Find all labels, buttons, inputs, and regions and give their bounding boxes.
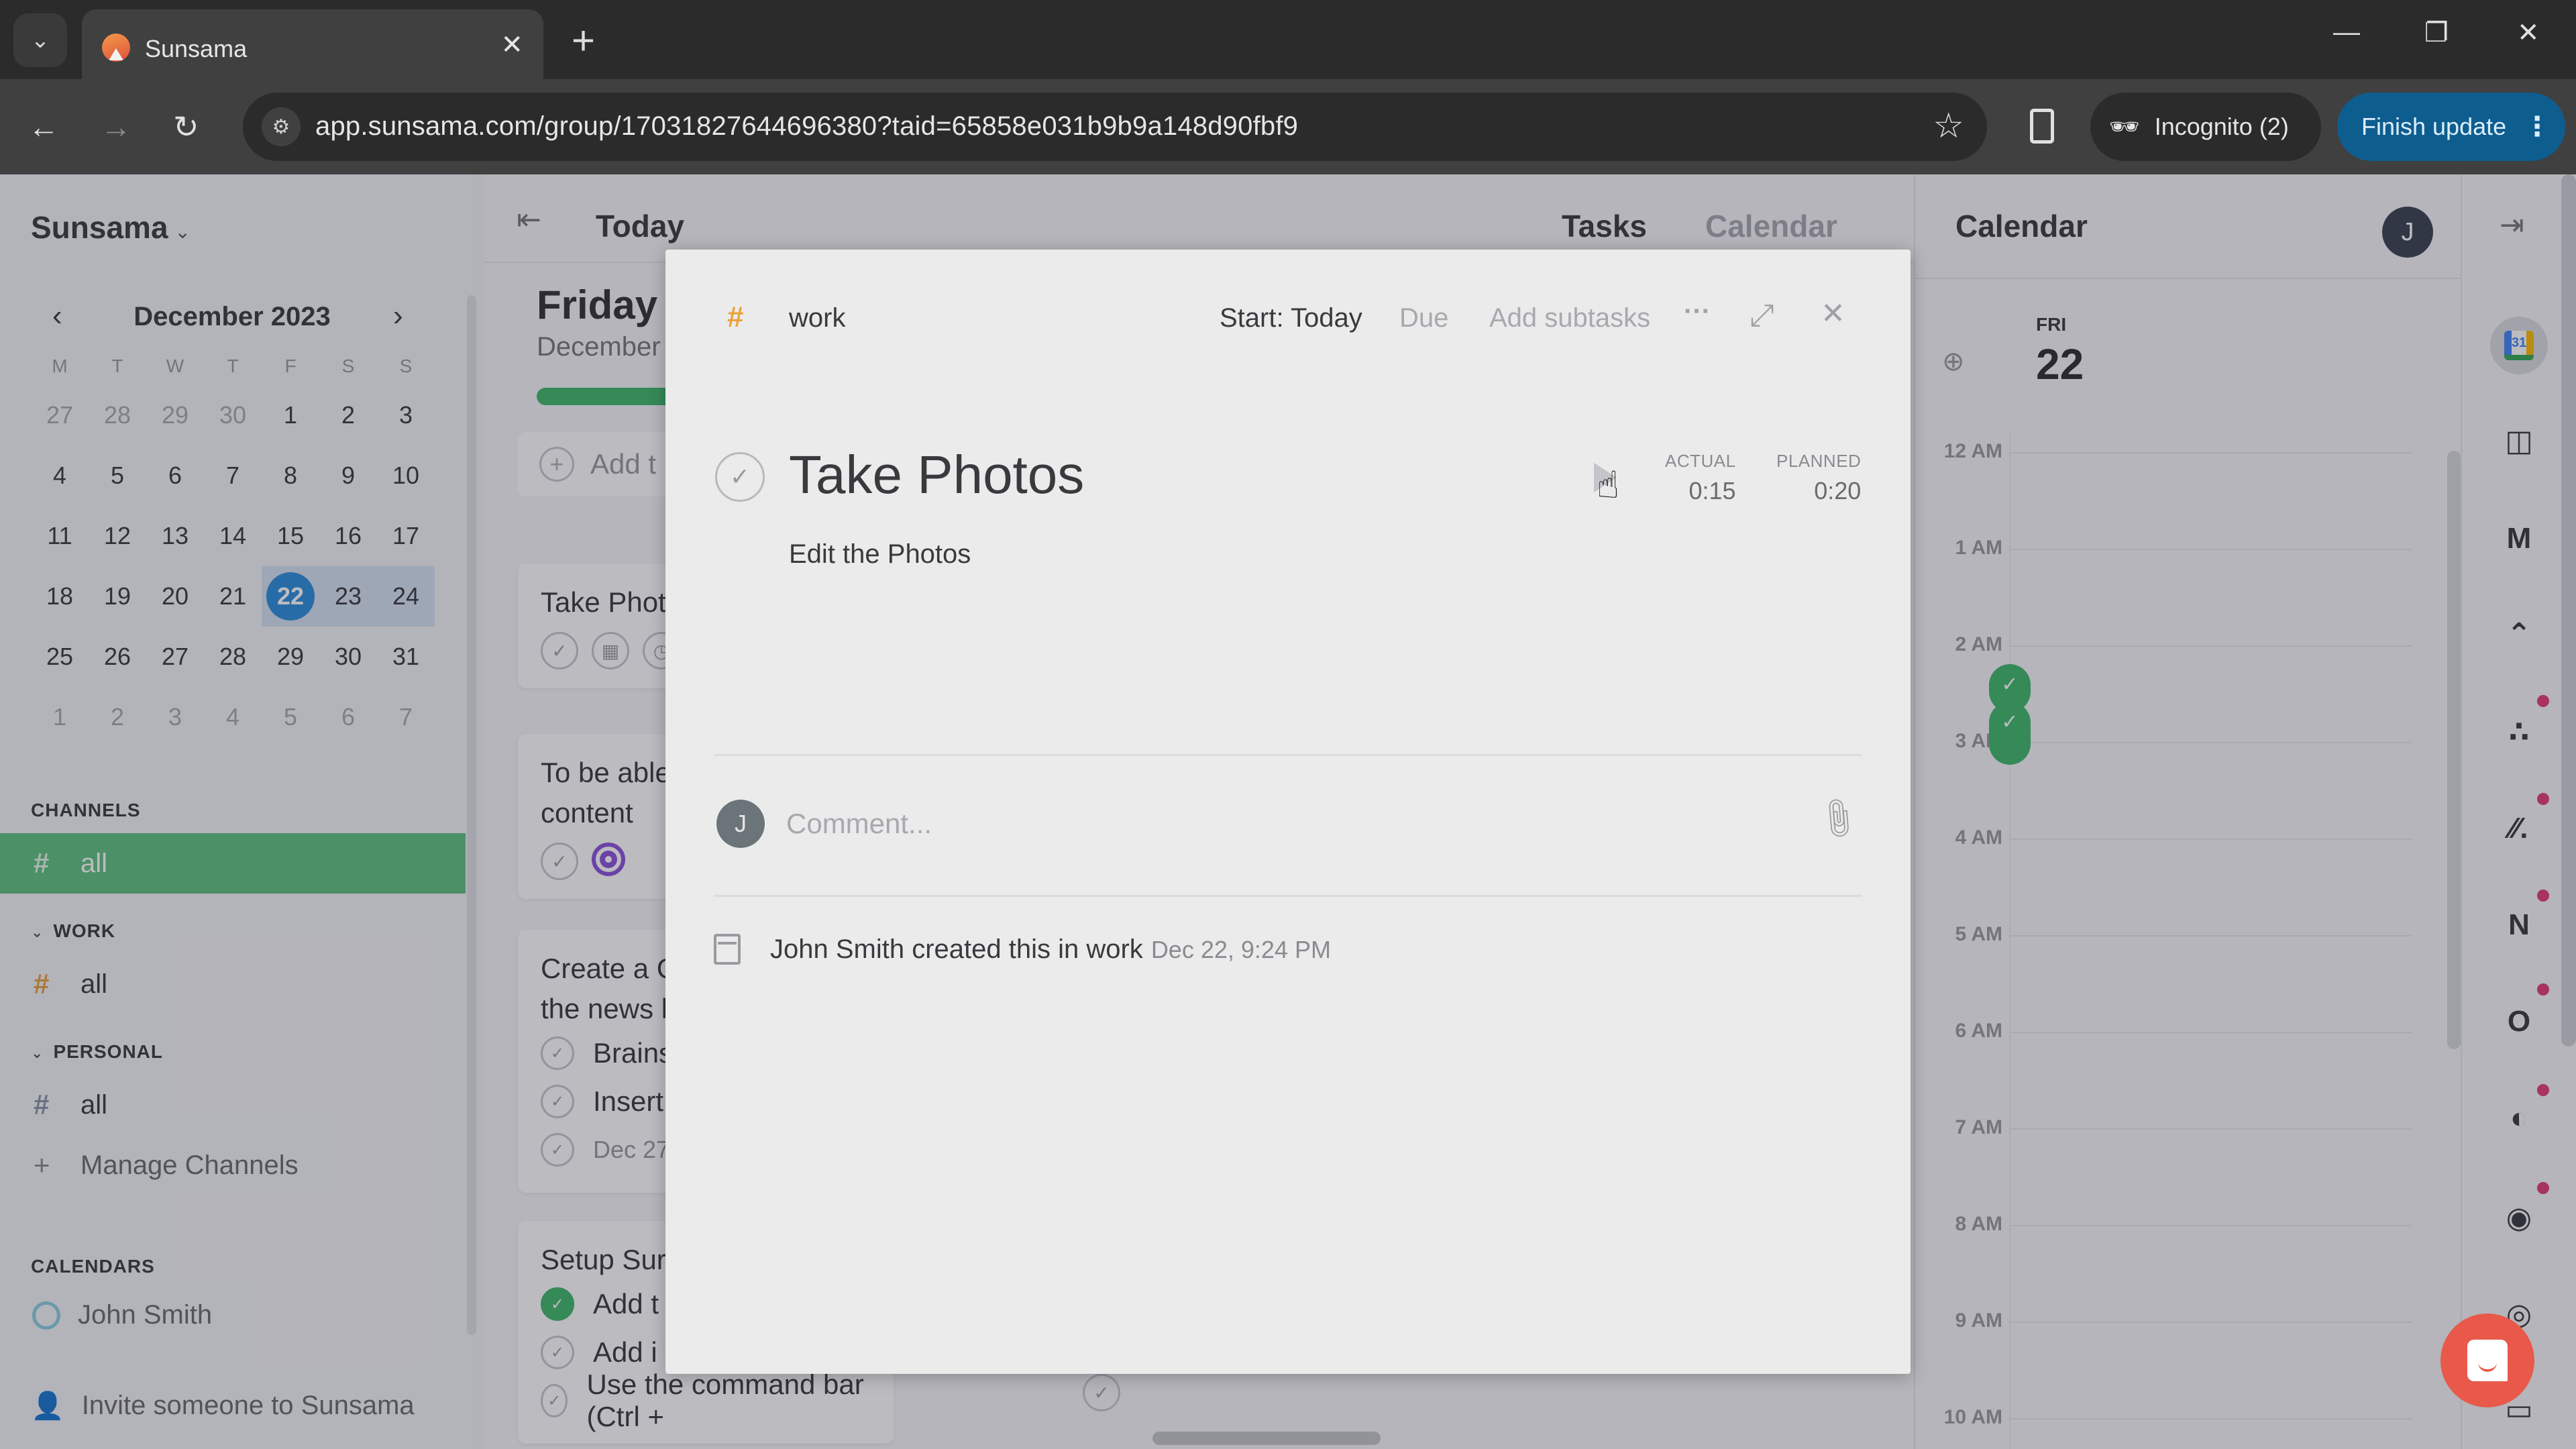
activity-entry: John Smith created this in work Dec 22, 9… [714,934,1331,965]
tab-search-button[interactable]: ⌄ [13,13,67,67]
back-arrow-icon[interactable]: ← [28,109,59,145]
actual-time[interactable]: ACTUAL 0:15 [1665,451,1736,505]
browser-tab-strip: ⌄ Sunsama ✕ + — ❐ ✕ [0,0,2576,79]
window-minimize-button[interactable]: — [2333,17,2360,48]
planned-time[interactable]: PLANNED 0:20 [1776,451,1861,505]
browser-toolbar: ← → ↻ ⚙ app.sunsama.com/group/1703182764… [0,79,2576,174]
kebab-menu-icon: ⋮ [2524,112,2551,142]
forward-arrow-icon[interactable]: → [101,109,131,145]
close-icon[interactable]: ✕ [1821,297,1845,331]
due-date-button[interactable]: Due [1399,303,1448,333]
archive-box-icon [714,934,741,965]
start-date-button[interactable]: Start: Today [1220,303,1362,333]
commenter-avatar: J [716,800,765,848]
complete-task-check-icon[interactable]: ✓ [715,452,765,502]
site-info-icon[interactable]: ⚙ [262,107,301,146]
incognito-icon: 🕶 [2109,113,2140,140]
activity-timestamp: Dec 22, 9:24 PM [1150,935,1331,963]
planned-time-value: 0:20 [1814,477,1862,504]
address-bar[interactable]: ⚙ app.sunsama.com/group/1703182764469638… [243,93,1987,161]
task-notes[interactable]: Edit the Photos [789,539,971,570]
tab-title: Sunsama [145,35,248,62]
chat-icon [2467,1340,2508,1381]
more-options-icon[interactable]: ··· [1684,297,1711,327]
support-chat-button[interactable] [2440,1313,2534,1407]
new-tab-button[interactable]: + [572,17,595,64]
actual-time-label: ACTUAL [1665,451,1736,471]
finish-update-button[interactable]: Finish update ⋮ [2337,93,2565,161]
channel-hash-icon: # [727,301,744,333]
browser-tab[interactable]: Sunsama ✕ [82,9,543,79]
hand-cursor-icon: ☝ [1597,464,1620,506]
chevron-down-icon: ⌄ [30,28,50,53]
url-text[interactable]: app.sunsama.com/group/17031827644696380?… [315,111,1298,142]
window-close-button[interactable]: ✕ [2517,17,2540,48]
incognito-indicator[interactable]: 🕶 Incognito (2) [2090,93,2321,161]
incognito-label: Incognito (2) [2154,113,2289,140]
side-panel-icon[interactable] [2030,109,2054,144]
comment-input[interactable] [786,804,1766,844]
task-channel[interactable]: work [789,303,845,333]
divider [714,754,1862,756]
tab-close-icon[interactable]: ✕ [500,30,523,60]
actual-time-value: 0:15 [1688,477,1736,504]
reload-icon[interactable]: ↻ [173,109,199,145]
add-subtasks-button[interactable]: Add subtasks [1489,303,1650,333]
sunsama-favicon-icon [102,34,130,62]
planned-time-label: PLANNED [1776,451,1862,471]
bookmark-star-icon[interactable]: ☆ [1933,106,1964,146]
expand-icon[interactable]: ⤢ [1750,297,1774,334]
task-title[interactable]: Take Photos [789,444,1084,506]
window-restore-button[interactable]: ❐ [2424,17,2449,48]
divider [714,895,1862,897]
activity-text: John Smith created this in work [770,934,1143,964]
task-detail-modal: # work Start: Today Due Add subtasks ···… [665,250,1911,1374]
finish-update-label: Finish update [2361,113,2507,140]
paperclip-icon[interactable]: 📎︎ [1813,793,1864,844]
